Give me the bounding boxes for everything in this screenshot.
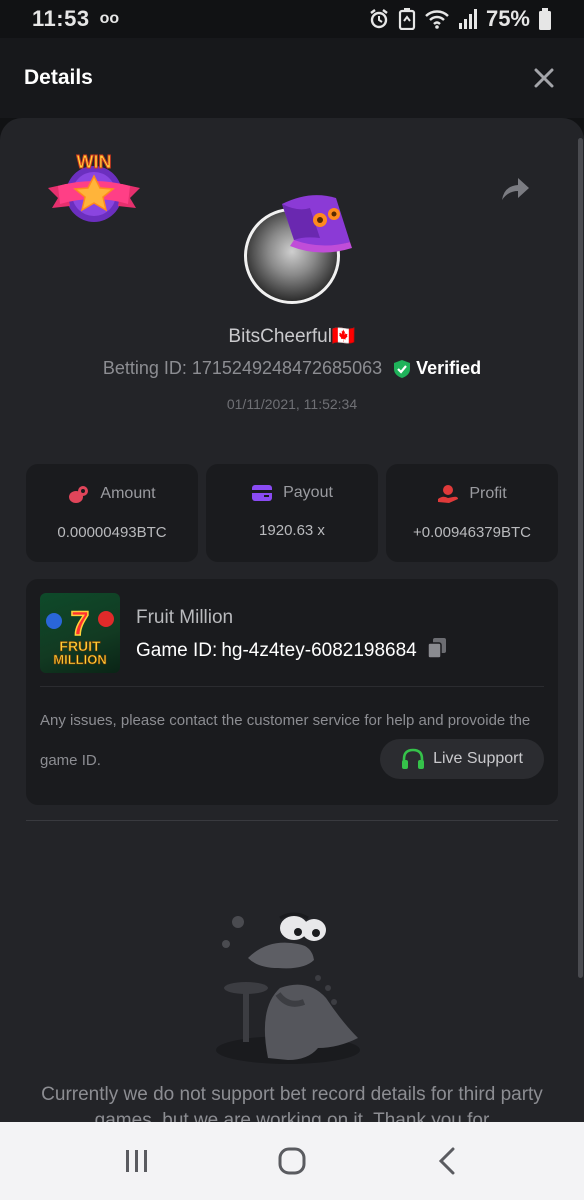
share-icon [502,178,529,200]
betting-id-value: 1715249248472685063 [191,358,383,378]
game-id-row: Game ID: hg-4z4tey-6082198684 [136,637,447,665]
betting-id-label: Betting ID: [102,358,187,378]
betting-id-row: Betting ID: 1715249248472685063 Verified [0,358,584,379]
alarm-icon [370,9,388,29]
verified-shield-icon [394,359,411,378]
home-button[interactable] [262,1131,322,1191]
headset-icon [402,748,425,769]
recents-button[interactable] [107,1131,167,1191]
game-thumbnail[interactable]: 7 FRUIT MILLION [40,593,120,673]
back-icon [438,1147,455,1175]
stat-value: 0.00000493BTC [57,524,167,541]
witch-hat-icon [282,195,352,253]
recents-icon [126,1150,148,1172]
back-button[interactable] [417,1131,477,1191]
game-thumb-title-line2: MILLION [53,652,106,667]
copy-icon [427,638,446,659]
page-title: Details [24,66,93,89]
wifi-icon [425,10,449,29]
system-nav-bar [0,1122,584,1200]
status-time: 11:53 [32,6,90,31]
section-divider [26,820,558,821]
verified-badge: Verified [392,358,481,379]
stat-label: Payout [283,484,333,501]
scrollbar[interactable] [578,138,583,978]
crocodile-mascot-icon [216,912,360,1064]
stat-value: +0.00946379BTC [412,524,531,541]
game-id-label: Game ID: [136,640,218,661]
signal-icon [458,9,477,29]
divider [40,686,544,687]
close-button[interactable] [528,62,560,94]
fruit-million-logo: 7 FRUIT MILLION [46,604,114,667]
hand-coin-icon [438,485,459,503]
game-id-value: hg-4z4tey-6082198684 [221,640,417,661]
coins-icon [69,486,89,503]
stat-card-profit: Profit +0.00946379BTC [386,464,558,562]
status-bar: 11:53 oo 75% [0,0,584,38]
game-name: Fruit Million [136,607,234,628]
battery-saver-icon [398,8,416,30]
close-icon [534,68,554,88]
avatar-container [244,195,352,304]
details-sheet: WIN BitsCheerful🇨🇦 Betting ID: 171524924… [0,118,584,1122]
voicemail-icon: oo [99,10,120,27]
game-card: 7 FRUIT MILLION Fruit Million Game ID: h… [26,579,558,805]
empty-state-message: Currently we do not support bet record d… [41,1084,543,1122]
svg-text:WIN: WIN [77,152,112,172]
share-button[interactable] [498,172,532,206]
live-support-button[interactable]: Live Support [380,739,544,779]
copy-button[interactable] [427,637,447,665]
username: BitsCheerful🇨🇦 [228,326,356,347]
stats-row: Amount 0.00000493BTC Payout 1920.63 x Pr… [26,464,558,562]
win-badge-icon: WIN [48,152,140,222]
wallet-icon [252,485,273,501]
stat-label: Profit [469,485,507,502]
stat-card-amount: Amount 0.00000493BTC [26,464,198,562]
status-icons: 75% [368,6,552,32]
home-icon [278,1147,306,1175]
details-header: Details [0,38,584,118]
battery-icon [539,8,551,30]
verified-label: Verified [416,358,482,378]
battery-percent: 75% [485,6,530,31]
stat-label: Amount [100,485,156,502]
stat-card-payout: Payout 1920.63 x [206,464,378,562]
bet-timestamp: 01/11/2021, 11:52:34 [226,396,358,412]
stat-value: 1920.63 x [259,522,325,539]
live-support-label: Live Support [433,750,523,767]
